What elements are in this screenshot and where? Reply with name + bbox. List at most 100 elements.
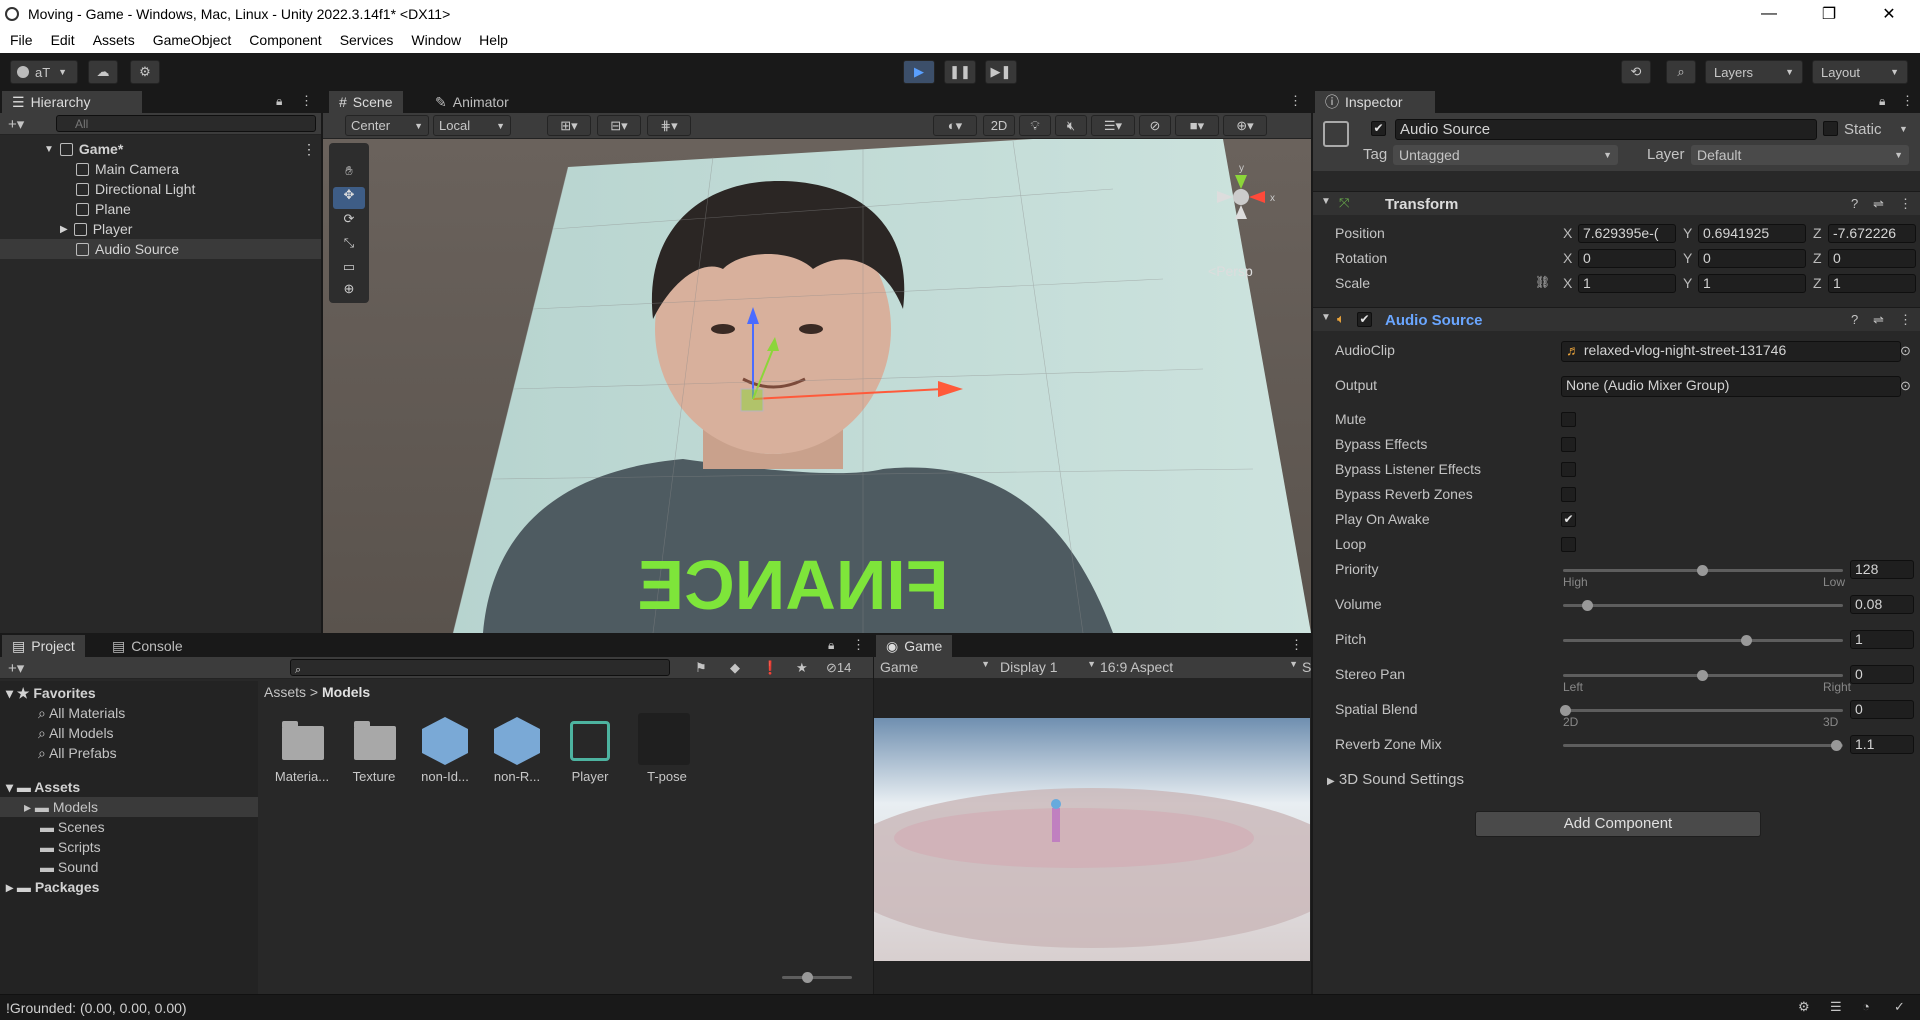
maximize-button[interactable]: ❐: [1806, 0, 1852, 28]
preset-icon[interactable]: ⇌: [1873, 312, 1884, 328]
asset-non-idle[interactable]: non-Id...: [410, 769, 480, 784]
menu-file[interactable]: File: [0, 28, 42, 53]
filter-type-icon[interactable]: ⚑: [695, 660, 707, 676]
project-search-input[interactable]: ⌕: [290, 659, 670, 676]
object-picker-icon[interactable]: ⊙: [1900, 378, 1911, 394]
toggle-checkbox[interactable]: [1561, 437, 1576, 452]
slider-value-field[interactable]: 1: [1850, 630, 1914, 649]
help-icon[interactable]: ?: [1851, 312, 1858, 327]
chevron-down-icon[interactable]: ▼: [1899, 124, 1908, 134]
toggle-checkbox[interactable]: [1561, 462, 1576, 477]
packages-header[interactable]: ▸ ▬ Packages: [6, 879, 99, 896]
scale-y-field[interactable]: 1: [1698, 274, 1806, 293]
model-prefab-icon[interactable]: [422, 717, 468, 765]
folder-scripts[interactable]: ▬ Scripts: [40, 839, 101, 855]
breadcrumb-assets[interactable]: Assets: [264, 684, 306, 700]
hidden-objects-toggle[interactable]: ⊘: [1139, 115, 1171, 136]
model-prefab-icon[interactable]: [494, 717, 540, 765]
folder-sound[interactable]: ▬ Sound: [40, 859, 98, 875]
add-icon[interactable]: +▾: [8, 115, 24, 133]
toggle-2d-button[interactable]: 2D: [983, 115, 1015, 136]
camera-settings-button[interactable]: ■▾: [1175, 115, 1219, 136]
favorite-all-prefabs[interactable]: ⌕ All Prefabs: [38, 745, 117, 762]
position-x-field[interactable]: 7.629395e-(: [1578, 224, 1676, 243]
close-button[interactable]: ✕: [1866, 0, 1912, 28]
move-tool-button[interactable]: ✥: [333, 187, 365, 209]
slider-value-field[interactable]: 128: [1850, 560, 1914, 579]
animation-thumbnail[interactable]: [638, 713, 690, 765]
cache-icon[interactable]: ☰: [1830, 999, 1842, 1015]
slider-knob[interactable]: [1831, 740, 1843, 751]
slider-track[interactable]: [1563, 639, 1843, 642]
step-button[interactable]: ▶❚: [985, 60, 1017, 84]
layer-dropdown[interactable]: Default ▼: [1691, 145, 1909, 165]
menu-services[interactable]: Services: [331, 28, 403, 53]
more-options-icon[interactable]: ⋮: [1901, 93, 1914, 109]
scene-menu-icon[interactable]: ⋮: [302, 141, 316, 158]
position-z-field[interactable]: -7.672226: [1828, 224, 1916, 243]
more-options-icon[interactable]: ⋮: [300, 93, 313, 109]
warning-icon[interactable]: ❗: [762, 660, 778, 676]
component-menu-icon[interactable]: ⋮: [1899, 312, 1912, 328]
pause-button[interactable]: ❚❚: [944, 60, 976, 84]
hidden-packages-toggle[interactable]: ⊘14: [826, 660, 851, 676]
object-picker-icon[interactable]: ⊙: [1900, 343, 1911, 359]
projection-toggle[interactable]: <Persp: [1208, 263, 1253, 279]
lock-icon[interactable]: 🔒︎: [1879, 94, 1885, 109]
output-field[interactable]: None (Audio Mixer Group): [1561, 376, 1901, 397]
tab-animator[interactable]: ✎ Animator: [425, 91, 519, 113]
asset-t-pose[interactable]: T-pose: [632, 769, 702, 784]
slider-value-field[interactable]: 0: [1850, 665, 1914, 684]
hierarchy-item-plane[interactable]: Plane: [0, 199, 321, 219]
search-button[interactable]: ⌕: [1666, 60, 1696, 84]
breadcrumb-models[interactable]: Models: [322, 684, 370, 700]
game-mode-dropdown[interactable]: Game ▼: [880, 659, 990, 675]
layout-dropdown[interactable]: Layout ▼: [1812, 60, 1908, 84]
display-dropdown[interactable]: Display 1 ▼: [1000, 659, 1096, 675]
minimize-button[interactable]: —: [1746, 0, 1792, 28]
tab-scene[interactable]: # Scene: [329, 91, 403, 113]
scene-row[interactable]: ▼ Game* ⋮: [0, 139, 321, 159]
lighting-toggle[interactable]: 💡︎: [1019, 115, 1051, 136]
animator-controller-icon[interactable]: [570, 721, 610, 761]
hierarchy-item-player[interactable]: ▶ Player: [0, 219, 321, 239]
cloud-button[interactable]: ☁: [88, 60, 118, 84]
tab-inspector[interactable]: ⓘ Inspector: [1315, 91, 1435, 113]
tab-hierarchy[interactable]: ☰ Hierarchy: [2, 91, 142, 113]
hierarchy-item-directional-light[interactable]: Directional Light: [0, 179, 321, 199]
constrain-proportions-icon[interactable]: ⛓: [1535, 275, 1550, 289]
slider-track[interactable]: [1563, 709, 1843, 712]
gizmos-button[interactable]: ⊕▾: [1223, 115, 1267, 136]
tag-dropdown[interactable]: Untagged ▼: [1393, 145, 1618, 165]
slider-knob[interactable]: [1697, 670, 1708, 681]
tab-console[interactable]: ▤ Console: [102, 635, 193, 657]
preset-icon[interactable]: ⇌: [1873, 196, 1884, 212]
slider-track[interactable]: [1563, 604, 1843, 607]
hierarchy-item-main-camera[interactable]: Main Camera: [0, 159, 321, 179]
menu-assets[interactable]: Assets: [84, 28, 144, 53]
label-icon[interactable]: ◆: [730, 660, 740, 676]
add-icon[interactable]: +▾: [8, 659, 24, 677]
expand-arrow-icon[interactable]: ▶: [60, 224, 68, 235]
slider-knob[interactable]: [1740, 635, 1752, 646]
hierarchy-item-audio-source[interactable]: Audio Source: [0, 239, 321, 259]
collab-button[interactable]: ⚙: [130, 60, 160, 84]
sound-settings-foldout[interactable]: ▶ 3D Sound Settings: [1327, 771, 1464, 788]
hand-tool-button[interactable]: ✋︎: [333, 163, 365, 185]
asset-non-r[interactable]: non-R...: [482, 769, 552, 784]
asset-player[interactable]: Player: [555, 769, 625, 784]
asset-materials[interactable]: Materia...: [267, 769, 337, 784]
menu-gameobject[interactable]: GameObject: [144, 28, 241, 53]
more-options-icon[interactable]: ⋮: [852, 637, 865, 653]
star-icon[interactable]: ★: [796, 660, 808, 676]
toggle-checkbox[interactable]: [1561, 537, 1576, 552]
menu-window[interactable]: Window: [402, 28, 470, 53]
slider-knob[interactable]: [1581, 600, 1593, 611]
more-options-icon[interactable]: ⋮: [1290, 637, 1303, 653]
menu-component[interactable]: Component: [240, 28, 330, 53]
menu-help[interactable]: Help: [470, 28, 517, 53]
snap-increment-button[interactable]: ⊟▾: [597, 115, 641, 136]
effects-button[interactable]: ☰▾: [1091, 115, 1135, 136]
rect-tool-button[interactable]: ▭: [333, 259, 365, 281]
aspect-dropdown[interactable]: 16:9 Aspect ▼: [1100, 659, 1298, 675]
